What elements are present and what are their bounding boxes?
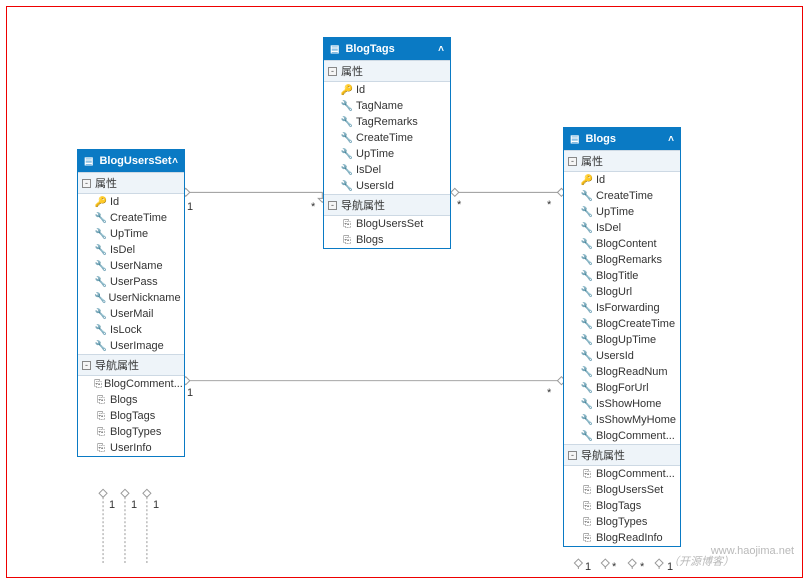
wrench-icon: 🔧 [580,255,594,266]
minus-icon: - [328,201,337,210]
section-properties[interactable]: - 属性 [324,60,450,82]
wrench-icon: 🔧 [580,415,594,426]
entity-blogtags[interactable]: ▤ BlogTags ˄ - 属性 🔑Id 🔧TagName 🔧TagRemar… [323,37,451,249]
minus-icon: - [568,157,577,166]
nav-icon: ⎘ [340,235,354,246]
watermark-text: （开源博客） [668,553,734,569]
entity-header[interactable]: ▤ Blogs ˄ [564,128,680,150]
cardinality: 1 [585,561,591,573]
wrench-icon: 🔧 [580,399,594,410]
section-nav[interactable]: - 导航属性 [324,194,450,216]
entity-title: BlogUsersSet [99,155,171,167]
collapse-icon[interactable]: ˄ [438,44,444,55]
minus-icon: - [328,67,337,76]
cardinality: * [457,199,461,211]
wrench-icon: 🔧 [94,261,108,272]
entity-blogusersset[interactable]: ▤ BlogUsersSet ˄ - 属性 🔑Id 🔧CreateTime 🔧U… [77,149,185,457]
wrench-icon: 🔧 [580,335,594,346]
nav-icon: ⎘ [94,395,108,406]
minus-icon: - [82,361,91,370]
nav-icon: ⎘ [580,485,594,496]
collapse-icon[interactable]: ˄ [668,134,674,145]
wrench-icon: 🔧 [580,431,594,442]
wrench-icon: 🔧 [340,101,354,112]
wrench-icon: 🔧 [94,277,108,288]
key-icon: 🔑 [580,175,594,186]
cardinality: 1 [187,387,193,399]
cardinality: * [547,387,551,399]
wrench-icon: 🔧 [94,245,108,256]
section-properties[interactable]: - 属性 [564,150,680,172]
wrench-icon: 🔧 [94,341,108,352]
cardinality: * [547,199,551,211]
wrench-icon: 🔧 [580,303,594,314]
nav-icon: ⎘ [580,469,594,480]
wrench-icon: 🔧 [94,229,108,240]
wrench-icon: 🔧 [580,367,594,378]
wrench-icon: 🔧 [580,383,594,394]
wrench-icon: 🔧 [94,325,108,336]
wrench-icon: 🔧 [580,271,594,282]
key-icon: 🔑 [340,85,354,96]
cardinality: * [640,561,644,573]
entity-blogs[interactable]: ▤ Blogs ˄ - 属性 🔑Id 🔧CreateTime 🔧UpTime 🔧… [563,127,681,547]
wrench-icon: 🔧 [580,223,594,234]
entity-header[interactable]: ▤ BlogTags ˄ [324,38,450,60]
table-icon: ▤ [570,134,579,145]
wrench-icon: 🔧 [580,239,594,250]
entity-title: BlogTags [345,43,394,55]
nav-icon: ⎘ [94,379,102,390]
nav-icon: ⎘ [580,517,594,528]
table-icon: ▤ [84,156,93,167]
section-properties[interactable]: - 属性 [78,172,184,194]
nav-icon: ⎘ [94,427,108,438]
wrench-icon: 🔧 [580,351,594,362]
nav-icon: ⎘ [94,443,108,454]
nav-icon: ⎘ [340,219,354,230]
table-icon: ▤ [330,44,339,55]
key-icon: 🔑 [94,197,108,208]
entity-title: Blogs [585,133,616,145]
section-nav[interactable]: - 导航属性 [564,444,680,466]
wrench-icon: 🔧 [580,287,594,298]
nav-icon: ⎘ [580,533,594,544]
cardinality: * [612,561,616,573]
wrench-icon: 🔧 [580,191,594,202]
wrench-icon: 🔧 [94,293,106,304]
wrench-icon: 🔧 [580,319,594,330]
minus-icon: - [82,179,91,188]
collapse-icon[interactable]: ˄ [172,156,178,167]
section-nav[interactable]: - 导航属性 [78,354,184,376]
wrench-icon: 🔧 [340,181,354,192]
nav-icon: ⎘ [580,501,594,512]
minus-icon: - [568,451,577,460]
wrench-icon: 🔧 [340,165,354,176]
wrench-icon: 🔧 [340,149,354,160]
wrench-icon: 🔧 [580,207,594,218]
cardinality: 1 [153,499,159,511]
cardinality: * [311,201,315,213]
wrench-icon: 🔧 [94,309,108,320]
cardinality: 1 [109,499,115,511]
nav-icon: ⎘ [94,411,108,422]
entity-header[interactable]: ▤ BlogUsersSet ˄ [78,150,184,172]
cardinality: 1 [187,201,193,213]
cardinality: 1 [131,499,137,511]
wrench-icon: 🔧 [340,117,354,128]
wrench-icon: 🔧 [340,133,354,144]
wrench-icon: 🔧 [94,213,108,224]
